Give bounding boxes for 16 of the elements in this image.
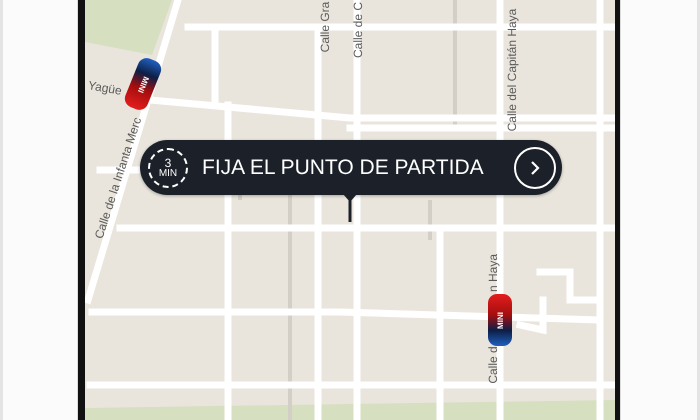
car-label: MINI [496,312,504,328]
car-label: MINI [136,74,150,94]
confirm-button[interactable] [514,146,556,188]
street-label: Calle d [486,346,500,384]
eta-value: 3 [164,156,172,168]
street-label: Calle del Capitán Haya [505,8,519,132]
pin-marker [343,194,357,222]
street-label: Calle de C [351,2,365,58]
eta-unit: MIN [158,168,178,178]
pickup-banner[interactable]: 3 MIN FIJA EL PUNTO DE PARTIDA [140,140,562,195]
street-label: Calle Gra [318,2,332,52]
street-label: Yagüe [87,78,123,98]
street-label: n Haya [486,254,500,292]
pickup-label: FIJA EL PUNTO DE PARTIDA [202,156,485,180]
street-map[interactable]: Calle Gra Calle de C Calle del Capitán Haya Yagüe Calle de la Infanta Merc Calle d n Haya MINI MINI 3 MIN FIJA EL PUNTO DE PARTIDA [85,0,615,420]
chevron-right-icon [528,158,542,176]
